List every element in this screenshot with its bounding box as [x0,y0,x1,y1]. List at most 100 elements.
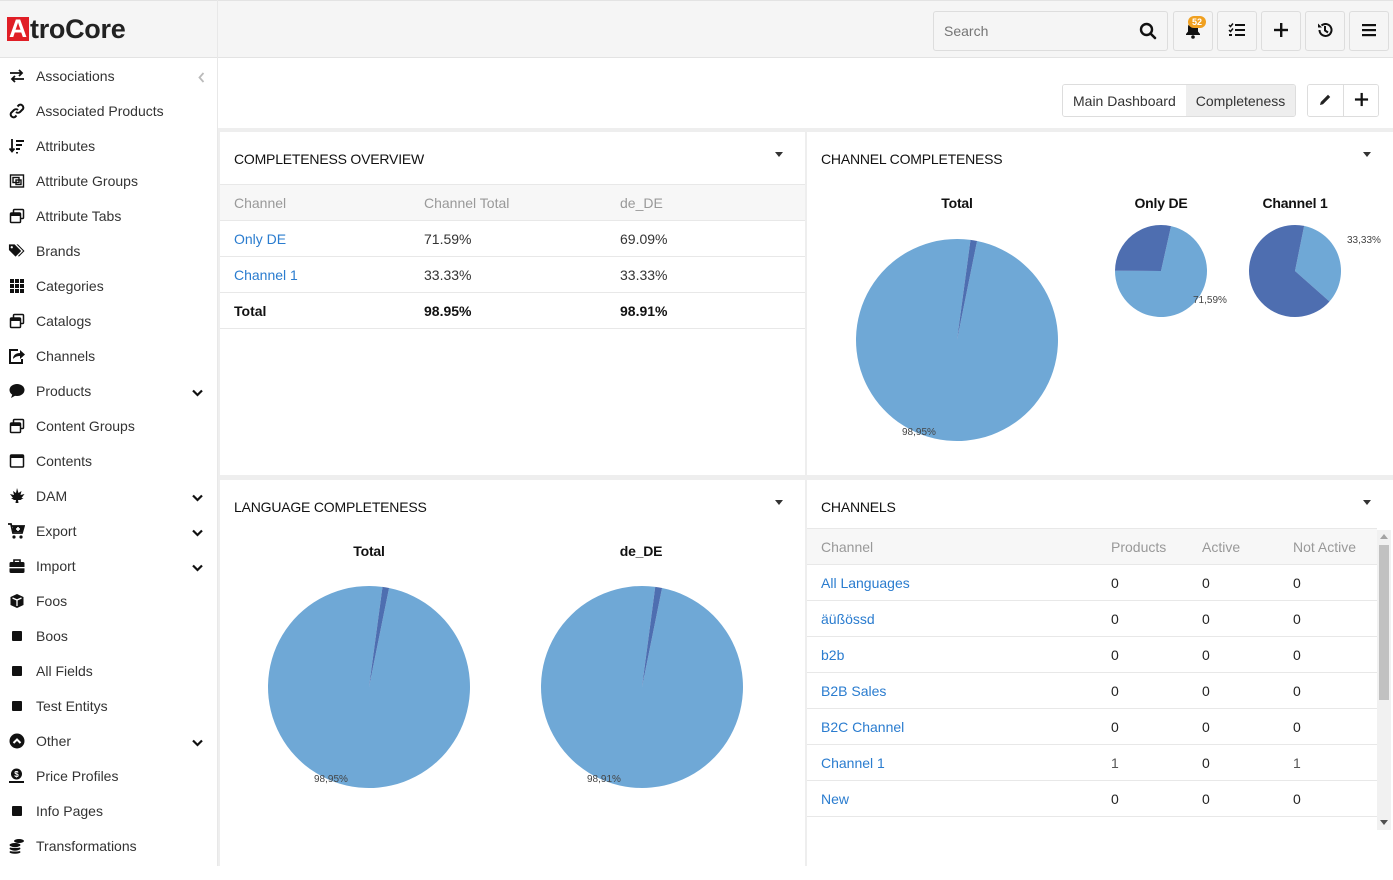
history-icon [1316,21,1334,42]
notification-badge: 52 [1188,16,1206,28]
completeness-overview-table: Channel Channel Total de_DE Only DE 71.5… [220,184,805,329]
window-maximize-icon [8,452,25,469]
main-menu-button[interactable] [1349,11,1389,51]
chevron-left-icon[interactable] [198,70,205,86]
active-count-cell: 0 [1188,709,1279,745]
active-count-cell: 0 [1188,637,1279,673]
pie-chart-de-de: 98,91% [220,480,805,880]
sidebar-item-attributes[interactable]: Attributes [0,128,217,163]
total-label: Total [220,293,410,329]
sidebar-item-label: Export [36,523,76,539]
sidebar-item-associated-products[interactable]: Associated Products [0,93,217,128]
scroll-down-arrow-icon[interactable] [1380,820,1388,825]
active-count-cell: 0 [1188,673,1279,709]
dashlet-menu-caret-icon[interactable] [775,152,783,157]
not-active-count-cell: 0 [1279,781,1377,817]
dashboard-header: Main Dashboard Completeness [218,58,1393,128]
sidebar-item-label: Associations [36,68,115,84]
pie-slice-complete[interactable] [541,586,743,788]
pencil-icon [1319,93,1332,109]
tab-completeness[interactable]: Completeness [1186,85,1296,116]
dashlet-menu-caret-icon[interactable] [1363,500,1371,505]
sidebar-item-all-fields[interactable]: All Fields [0,653,217,688]
sidebar-item-attribute-tabs[interactable]: Attribute Tabs [0,198,217,233]
channel-link[interactable]: äüßössd [821,611,875,627]
products-count-cell: 0 [1097,781,1188,817]
products-count-cell: 0 [1097,637,1188,673]
sort-list-icon [8,137,25,154]
channel-link[interactable]: b2b [821,647,844,663]
logo[interactable]: A troCore [0,0,217,58]
sidebar-item-contents[interactable]: Contents [0,443,217,478]
sidebar-item-catalogs[interactable]: Catalogs [0,303,217,338]
sidebar-item-other[interactable]: Other [0,723,217,758]
chevron-circle-up-icon [8,732,25,749]
sidebar-item-associations[interactable]: Associations [0,58,217,93]
scroll-up-arrow-icon[interactable] [1380,534,1388,539]
channel-link[interactable]: All Languages [821,575,910,591]
sidebar-item-products[interactable]: Products [0,373,217,408]
chevron-down-icon[interactable] [192,384,203,400]
square-icon [8,627,25,644]
scrollbar-thumb[interactable] [1379,545,1389,700]
briefcase-icon [8,557,25,574]
window-restore-icon [8,207,25,224]
plus-icon [1354,92,1369,110]
chevron-down-icon[interactable] [192,559,203,575]
sidebar-item-attribute-groups[interactable]: Attribute Groups [0,163,217,198]
edit-dashboard-button[interactable] [1308,85,1343,116]
search-icon[interactable] [1139,22,1157,43]
sidebar-item-transformations[interactable]: Transformations [0,828,217,863]
channel-link[interactable]: B2C Channel [821,719,904,735]
sidebar-item-content-groups[interactable]: Content Groups [0,408,217,443]
sidebar-item-label: Attributes [36,138,95,154]
channel-link[interactable]: Only DE [234,231,286,247]
products-count-cell: 0 [1097,709,1188,745]
sidebar-item-channels[interactable]: Channels [0,338,217,373]
table-row: äüßössd000 [807,601,1377,637]
sidebar-item-price-profiles[interactable]: $Price Profiles [0,758,217,793]
sidebar: A troCore Associations Associated Product… [0,0,218,866]
share-square-icon [8,347,25,364]
sidebar-item-label: Foos [36,593,67,609]
add-dashlet-button[interactable] [1343,85,1378,116]
channel-total-cell: 98.95% [410,293,606,329]
quick-create-button[interactable] [1261,11,1301,51]
sidebar-item-export[interactable]: Export [0,513,217,548]
sidebar-item-info-pages[interactable]: Info Pages [0,793,217,828]
sidebar-item-categories[interactable]: Categories [0,268,217,303]
leaf-icon [8,487,25,504]
column-header: Channel [807,529,1097,565]
sidebar-item-dam[interactable]: DAM [0,478,217,513]
column-header: Channel Total [410,185,606,221]
sidebar-item-brands[interactable]: Brands [0,233,217,268]
table-row: Only DE 71.59% 69.09% [220,221,805,257]
sidebar-item-label: All Fields [36,663,93,679]
active-count-cell: 0 [1188,745,1279,781]
channel-link[interactable]: Channel 1 [821,755,885,771]
chevron-down-icon[interactable] [192,524,203,540]
channel-link[interactable]: New [821,791,849,807]
tab-main-dashboard[interactable]: Main Dashboard [1063,85,1186,116]
sidebar-item-foos[interactable]: Foos [0,583,217,618]
notifications-button[interactable]: 52 [1173,11,1213,51]
chevron-down-icon[interactable] [192,489,203,505]
tasks-button[interactable] [1217,11,1257,51]
chevron-down-icon[interactable] [192,734,203,750]
channel-total-cell: 33.33% [410,257,606,293]
channels-scrollbar[interactable] [1377,530,1391,830]
sidebar-item-test-entitys[interactable]: Test Entitys [0,688,217,723]
sidebar-item-label: Import [36,558,76,574]
pie-chart-channel-1: 33,33% [807,132,1393,475]
sidebar-item-label: Attribute Groups [36,173,138,189]
channel-link[interactable]: Channel 1 [234,267,298,283]
sidebar-item-boos[interactable]: Boos [0,618,217,653]
not-active-count-cell: 0 [1279,709,1377,745]
channel-link[interactable]: B2B Sales [821,683,886,699]
search-input[interactable] [944,23,1134,39]
completeness-overview-dashlet: Completeness Overview Channel Channel To… [220,132,805,475]
pie-data-label: 33,33% [1347,235,1381,246]
square-icon [8,802,25,819]
sidebar-item-import[interactable]: Import [0,548,217,583]
history-button[interactable] [1305,11,1345,51]
